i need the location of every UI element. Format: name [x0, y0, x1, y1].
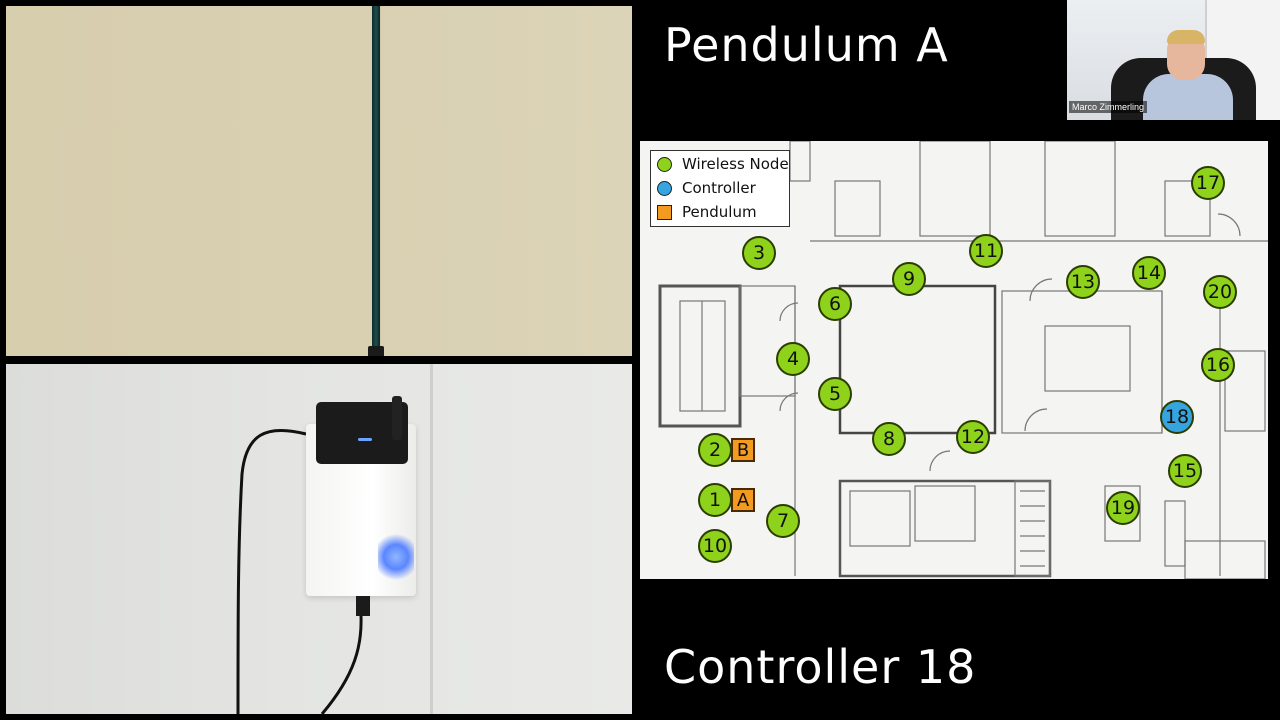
legend-item-controller: Controller: [657, 176, 756, 200]
node-16: 16: [1201, 348, 1235, 382]
led-glow: [378, 532, 414, 582]
participant-name: Marco Zimmerling: [1069, 101, 1148, 113]
status-led: [358, 438, 372, 441]
legend-label: Controller: [682, 179, 756, 197]
antenna-icon: [392, 396, 402, 440]
node-6: 6: [818, 287, 852, 321]
node-15: 15: [1168, 454, 1202, 488]
blue-circle-icon: [657, 180, 672, 196]
node-14: 14: [1132, 256, 1166, 290]
node-13: 13: [1066, 265, 1100, 299]
node-8: 8: [872, 422, 906, 456]
legend-item-pendulum: Pendulum: [657, 200, 757, 224]
node-3: 3: [742, 236, 776, 270]
pendulum-camera-feed: [6, 6, 632, 356]
legend-item-wireless: Wireless Node: [657, 152, 789, 176]
pendulum-base: [368, 346, 384, 356]
node-9: 9: [892, 262, 926, 296]
legend-label: Wireless Node: [682, 155, 789, 173]
speaker-hair: [1167, 30, 1205, 44]
pendulum-title: Pendulum A: [664, 18, 949, 72]
node-5: 5: [818, 377, 852, 411]
pendulum-rod: [372, 6, 380, 356]
speaker-webcam: Marco Zimmerling: [1067, 0, 1280, 120]
pendulum-a-marker: A: [731, 488, 755, 512]
node-18-controller: 18: [1160, 400, 1194, 434]
speaker-body: [1143, 74, 1233, 120]
node-19: 19: [1106, 491, 1140, 525]
legend-label: Pendulum: [682, 203, 757, 221]
wall-seam: [380, 6, 381, 356]
node-20: 20: [1203, 275, 1237, 309]
node-4: 4: [776, 342, 810, 376]
node-17: 17: [1191, 166, 1225, 200]
node-11: 11: [969, 234, 1003, 268]
node-12: 12: [956, 420, 990, 454]
node-1: 1: [698, 483, 732, 517]
node-7: 7: [766, 504, 800, 538]
node-2: 2: [698, 433, 732, 467]
pendulum-b-marker: B: [731, 438, 755, 462]
orange-square-icon: [657, 204, 672, 220]
map-legend: Wireless Node Controller Pendulum: [650, 150, 790, 227]
usb-plug: [356, 596, 370, 616]
green-circle-icon: [657, 156, 672, 172]
controller-title: Controller 18: [664, 640, 977, 694]
node-10: 10: [698, 529, 732, 563]
controller-camera-feed: [6, 364, 632, 714]
